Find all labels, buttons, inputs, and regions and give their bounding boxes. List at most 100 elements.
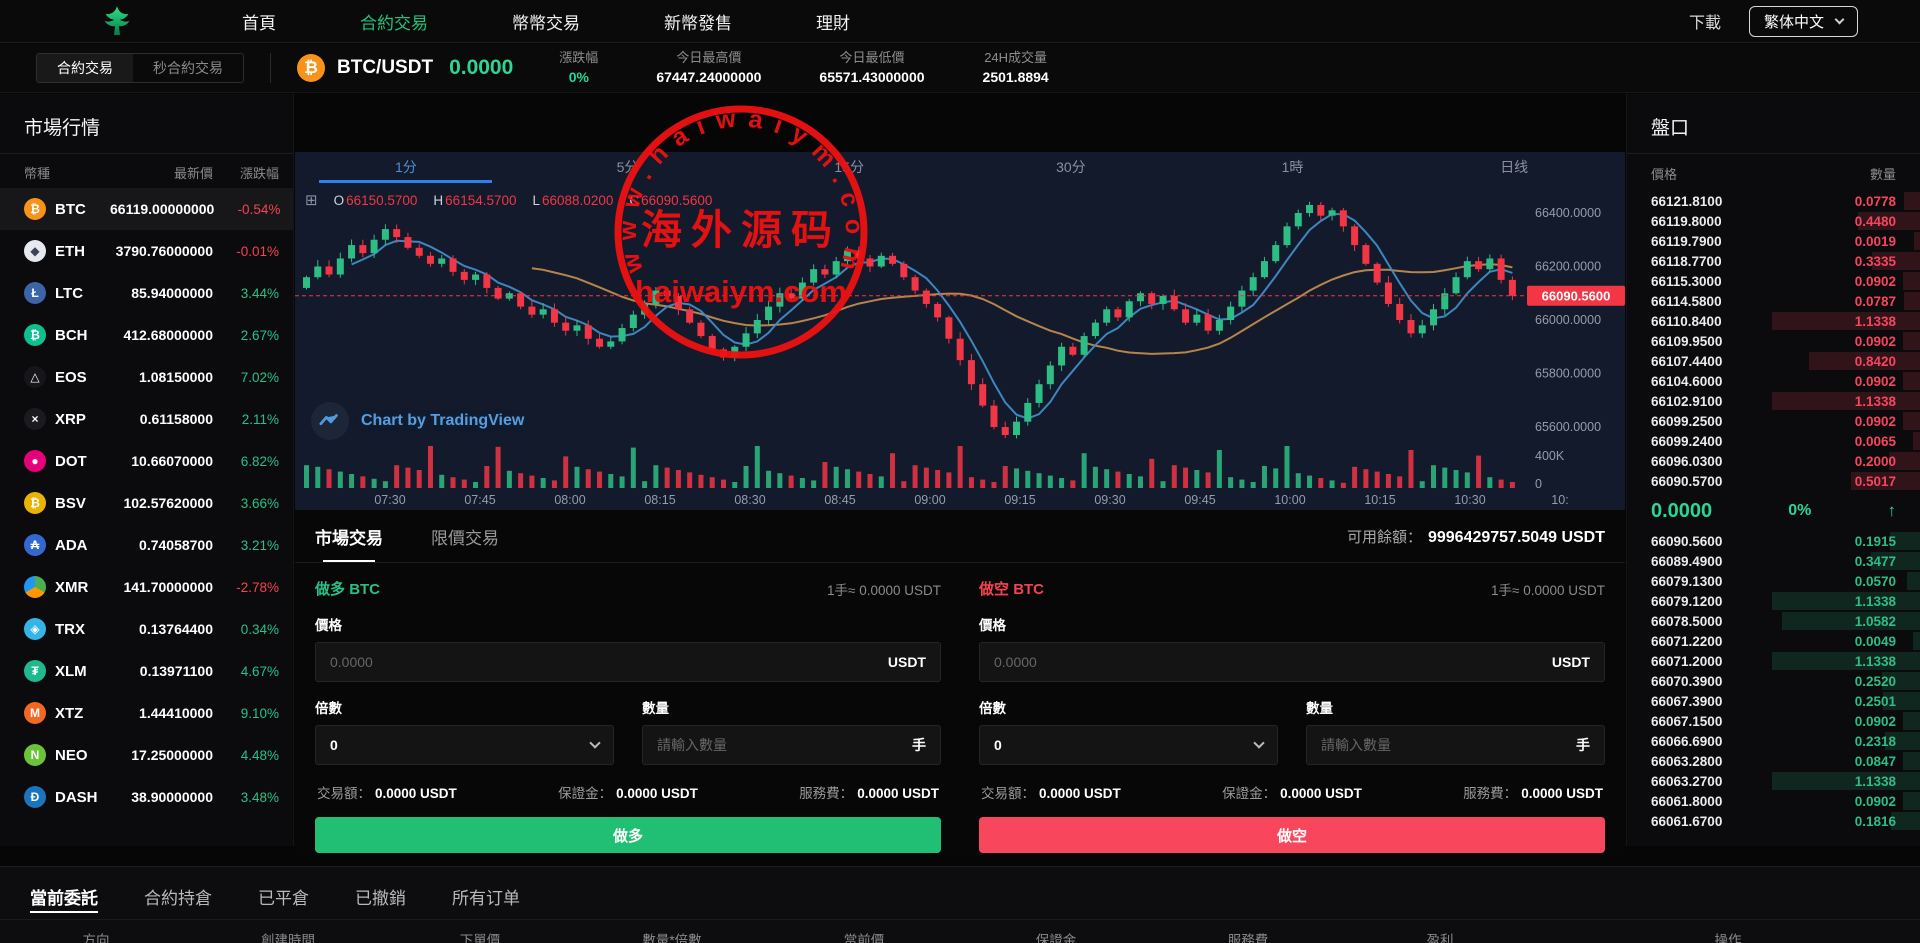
mode-toggle-0[interactable]: 合約交易 [37,54,133,82]
bid-row-3[interactable]: 66079.1200 1.1338 [1627,591,1920,611]
long-qty-input[interactable]: 請輸入數量 手 [642,725,941,765]
market-row-ETH[interactable]: ◆ ETH 3790.76000000 -0.01% [0,230,293,272]
ask-row-12[interactable]: 66099.2400 0.0065 [1627,431,1920,451]
timeframe-tab-0[interactable]: 1分 [295,152,517,183]
coin-cell: △ EOS [24,366,110,388]
market-row-XRP[interactable]: × XRP 0.61158000 2.11% [0,398,293,440]
bid-row-13[interactable]: 66061.8000 0.0902 [1627,791,1920,811]
short-price-input[interactable]: 0.0000 USDT [979,642,1605,682]
market-row-BSV[interactable]: ₿ BSV 102.57620000 3.66% [0,482,293,524]
bid-row-7[interactable]: 66070.3900 0.2520 [1627,671,1920,691]
ask-row-0[interactable]: 66121.8100 0.0778 [1627,191,1920,211]
market-row-TRX[interactable]: ◈ TRX 0.13764400 0.34% [0,608,293,650]
depth-bar [1772,312,1920,330]
bid-row-5[interactable]: 66071.2200 0.0049 [1627,631,1920,651]
long-leverage-select[interactable]: 0 [315,725,614,765]
ob-qty: 0.4480 [1854,213,1896,229]
ticker-stat-2: 今日最低價 65571.43000000 [819,48,924,89]
mode-toggle-1[interactable]: 秒合約交易 [133,54,243,82]
bid-row-4[interactable]: 66078.5000 1.0582 [1627,611,1920,631]
ask-row-7[interactable]: 66109.9500 0.0902 [1627,331,1920,351]
market-row-ADA[interactable]: ₳ ADA 0.74058700 3.21% [0,524,293,566]
orders-tab-4[interactable]: 所有订单 [452,884,520,919]
market-row-DASH[interactable]: Ð DASH 38.90000000 3.48% [0,776,293,818]
pair-title: BTC/USDT [337,57,434,78]
nav-item-3[interactable]: 新幣發售 [622,9,774,34]
ob-qty: 0.0065 [1854,433,1896,449]
nav-item-0[interactable]: 首頁 [200,9,318,34]
ask-row-9[interactable]: 66104.6000 0.0902 [1627,371,1920,391]
dash-icon: Ð [24,786,46,808]
ohlc-O: O 66150.5700 [334,193,418,208]
download-link[interactable]: 下載 [1689,9,1721,33]
short-qty-input[interactable]: 請輸入數量 手 [1306,725,1605,765]
long-price-input[interactable]: 0.0000 USDT [315,642,941,682]
long-leverage-value: 0 [330,737,338,753]
bid-row-14[interactable]: 66061.6700 0.1816 [1627,811,1920,831]
market-row-EOS[interactable]: △ EOS 1.08150000 7.02% [0,356,293,398]
open-long-button[interactable]: 做多 [315,817,941,853]
svg-text:10:15: 10:15 [1364,493,1395,507]
bid-row-8[interactable]: 66067.3900 0.2501 [1627,691,1920,711]
depth-bar [1904,192,1920,210]
ask-row-2[interactable]: 66119.7900 0.0019 [1627,231,1920,251]
coin-symbol: BTC [55,200,86,218]
orders-tab-1[interactable]: 合約持倉 [144,884,212,919]
ask-row-10[interactable]: 66102.9100 1.1338 [1627,391,1920,411]
expand-icon[interactable]: ⊞ [305,191,318,209]
bid-row-1[interactable]: 66089.4900 0.3477 [1627,551,1920,571]
ob-price: 66115.3000 [1651,273,1722,289]
nav-item-1[interactable]: 合約交易 [318,9,470,34]
ask-row-13[interactable]: 66096.0300 0.2000 [1627,451,1920,471]
bid-row-9[interactable]: 66067.1500 0.0902 [1627,711,1920,731]
bid-row-11[interactable]: 66063.2800 0.0847 [1627,751,1920,771]
ob-qty: 0.3335 [1854,253,1896,269]
timeframe-tab-1[interactable]: 5分 [517,152,739,182]
coin-change: -0.54% [237,201,281,217]
orders-tab-3[interactable]: 已撤銷 [355,884,406,919]
market-row-XLM[interactable]: ₮ XLM 0.13971100 4.67% [0,650,293,692]
top-navbar: 首頁 合約交易 幣幣交易 新幣發售 理財 下載 繁体中文 [0,0,1920,43]
language-select[interactable]: 繁体中文 [1748,5,1858,37]
coin-price: 66119.00000000 [110,201,215,217]
short-leverage-select[interactable]: 0 [979,725,1278,765]
open-short-button[interactable]: 做空 [979,817,1605,853]
tradingview-attribution[interactable]: Chart by TradingView [311,402,524,440]
ask-row-4[interactable]: 66115.3000 0.0902 [1627,271,1920,291]
timeframe-tab-3[interactable]: 30分 [960,152,1182,182]
market-row-XMR[interactable]: XMR 141.70000000 -2.78% [0,566,293,608]
timeframe-tab-2[interactable]: 15分 [738,152,960,182]
ask-row-5[interactable]: 66114.5800 0.0787 [1627,291,1920,311]
ask-row-1[interactable]: 66119.8000 0.4480 [1627,211,1920,231]
ask-row-3[interactable]: 66118.7700 0.3335 [1627,251,1920,271]
nav-item-2[interactable]: 幣幣交易 [470,9,622,34]
tab-limit-trade[interactable]: 限價交易 [431,511,499,562]
bid-row-6[interactable]: 66071.2000 1.1338 [1627,651,1920,671]
ask-row-14[interactable]: 66090.5700 0.5017 [1627,471,1920,491]
bid-row-10[interactable]: 66066.6900 0.2318 [1627,731,1920,751]
orders-tab-2[interactable]: 已平倉 [258,884,309,919]
brand-logo-icon[interactable] [100,4,134,38]
ask-row-8[interactable]: 66107.4400 0.8420 [1627,351,1920,371]
bid-row-12[interactable]: 66063.2700 1.1338 [1627,771,1920,791]
coin-change: 3.48% [240,789,279,805]
timeframe-tab-5[interactable]: 日线 [1403,152,1625,182]
bid-row-0[interactable]: 66090.5600 0.1915 [1627,531,1920,551]
depth-bar [1903,792,1920,810]
tab-market-trade[interactable]: 市場交易 [315,511,383,562]
timeframe-tab-4[interactable]: 1時 [1182,152,1404,182]
market-row-XTZ[interactable]: M XTZ 1.44410000 9.10% [0,692,293,734]
market-row-BCH[interactable]: ₿ BCH 412.68000000 2.67% [0,314,293,356]
tradingview-logo-icon [311,402,349,440]
ask-row-11[interactable]: 66099.2500 0.0902 [1627,411,1920,431]
market-row-BTC[interactable]: ₿ BTC 66119.00000000 -0.54% [0,188,293,230]
bid-row-2[interactable]: 66079.1300 0.0570 [1627,571,1920,591]
market-row-LTC[interactable]: Ł LTC 85.94000000 3.44% [0,272,293,314]
nav-item-4[interactable]: 理財 [774,9,892,34]
svg-text:07:30: 07:30 [374,493,405,507]
coin-cell: Ł LTC [24,282,110,304]
ask-row-6[interactable]: 66110.8400 1.1338 [1627,311,1920,331]
market-row-DOT[interactable]: ● DOT 10.66070000 6.82% [0,440,293,482]
market-row-NEO[interactable]: N NEO 17.25000000 4.48% [0,734,293,776]
orders-tab-0[interactable]: 當前委託 [30,884,98,919]
